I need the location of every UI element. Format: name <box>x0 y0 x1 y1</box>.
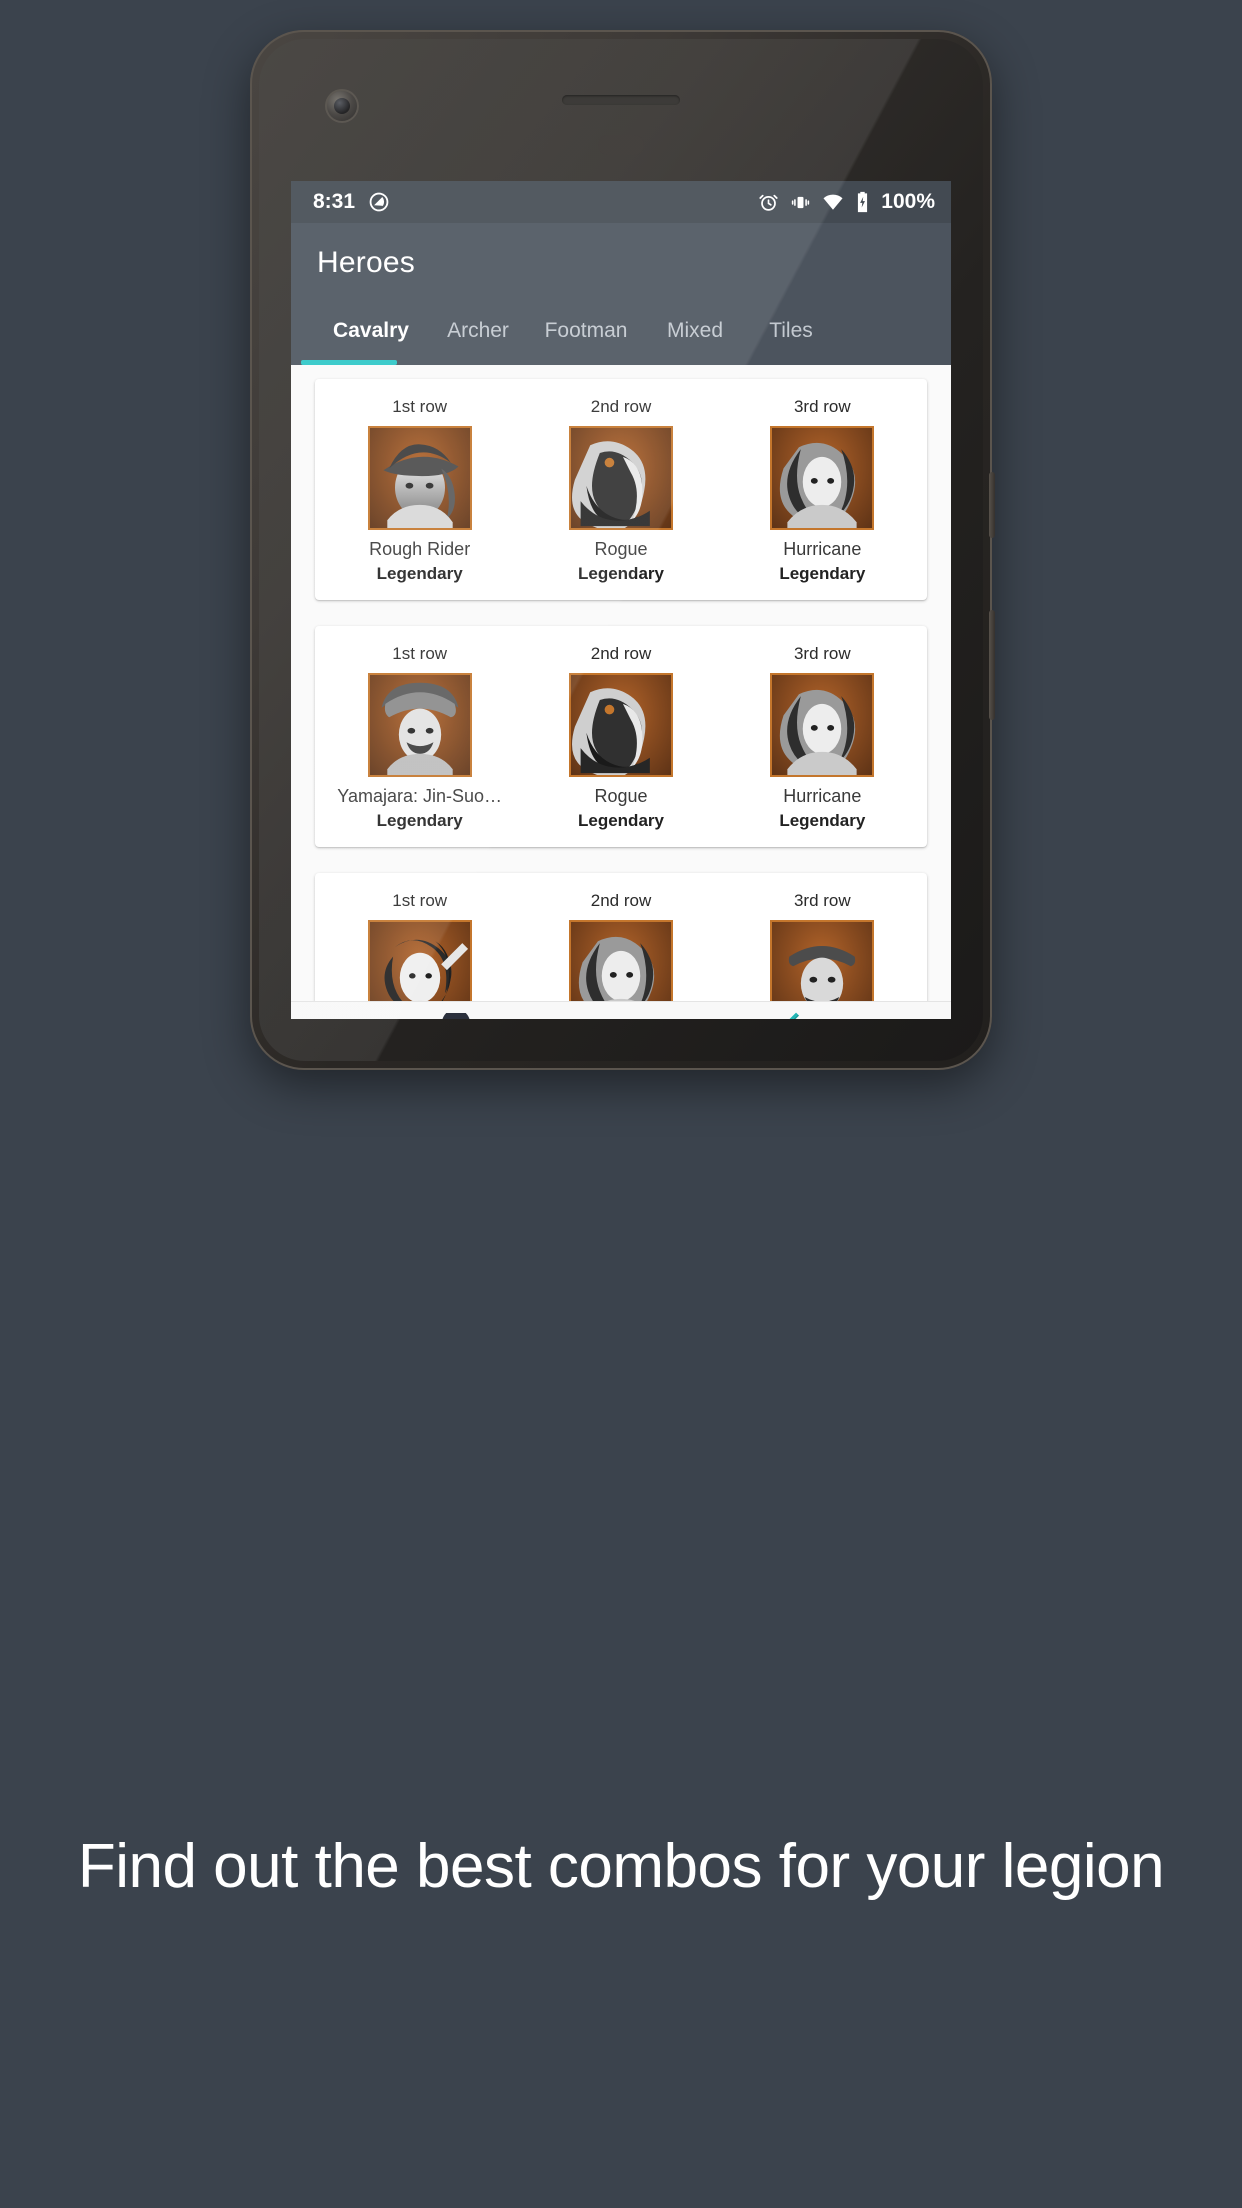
hero-combo-card[interactable]: 1st row Rough Rider Legendary 2nd row Rogu… <box>315 379 927 600</box>
hero-portrait-image[interactable] <box>770 920 875 1001</box>
hero-row-label: 1st row <box>392 644 448 663</box>
hero-row-label: 1st row <box>392 891 448 910</box>
tab-mixed[interactable]: Mixed <box>645 303 745 365</box>
hero-name-label: Rough Rider <box>369 539 471 559</box>
phone-device-frame: 8:31 100% Heroes Cavalry Archer Footman … <box>250 30 995 1070</box>
battery-charging-icon <box>855 191 870 213</box>
bottom-navigation-bar[interactable]: Challenges <box>291 1001 951 1019</box>
hero-name-label: Rogue <box>594 539 648 559</box>
status-bar: 8:31 100% <box>291 181 951 223</box>
hero-portrait-image[interactable] <box>568 426 673 530</box>
category-tab-bar[interactable]: Cavalry Archer Footman Mixed Tiles <box>291 303 951 365</box>
hero-rarity-label: Legendary <box>779 811 866 830</box>
wifi-icon <box>822 191 844 213</box>
tab-archer[interactable]: Archer <box>429 303 527 365</box>
hero-name-label: Yamajara: Jin-Suo… <box>337 786 503 806</box>
app-screen: 8:31 100% Heroes Cavalry Archer Footman … <box>291 181 951 1019</box>
hero-row-label: 2nd row <box>590 644 652 663</box>
app-bar: Heroes <box>291 223 951 303</box>
hero-portrait-image[interactable] <box>367 920 472 1001</box>
hero-combo-card[interactable]: 1st row OrochiLegendary2nd row Hurricane… <box>315 873 927 1001</box>
hero-slot[interactable]: 1st row Rough Rider Legendary <box>319 397 520 584</box>
hero-row-label: 3rd row <box>793 891 851 910</box>
screen-container: 8:31 100% Heroes Cavalry Archer Footman … <box>259 39 983 1061</box>
hero-slot[interactable]: 2nd row Rogue Legendary <box>520 644 721 831</box>
hero-portrait-image[interactable] <box>367 673 472 777</box>
hero-rarity-label: Legendary <box>578 564 664 583</box>
hero-slot[interactable]: 3rd row Hurricane Legendary <box>722 644 923 831</box>
tab-label: Tiles <box>769 319 813 342</box>
do-not-disturb-icon <box>368 191 390 213</box>
promo-caption: Find out the best combos for your legion <box>77 1832 1165 1901</box>
hero-slot[interactable]: 1st row OrochiLegendary <box>319 891 520 1001</box>
hero-row-label: 2nd row <box>590 891 652 910</box>
tab-tiles[interactable]: Tiles <box>745 303 837 365</box>
promo-screenshot: 8:31 100% Heroes Cavalry Archer Footman … <box>0 0 1242 2208</box>
hero-portrait-image[interactable] <box>568 920 673 1001</box>
sword-icon <box>770 1012 802 1019</box>
status-time: 8:31 <box>313 190 356 213</box>
battery-percent-label: 100% <box>881 190 935 213</box>
hero-row-label: 3rd row <box>793 644 851 663</box>
hero-combo-card[interactable]: 1st row Yamajara: Jin-Suo… Legendary 2nd r… <box>315 626 927 847</box>
hero-name-label: Hurricane <box>783 786 862 806</box>
hero-slot[interactable]: 1st row Yamajara: Jin-Suo… Legendary <box>319 644 520 831</box>
tab-active-indicator <box>301 360 397 365</box>
hero-slot[interactable]: 3rd row Hurricane Legendary <box>722 397 923 584</box>
hero-slot[interactable]: 2nd row Rogue Legendary <box>520 397 721 584</box>
phone-bezel: 8:31 100% Heroes Cavalry Archer Footman … <box>259 39 983 1061</box>
power-button[interactable] <box>989 472 995 538</box>
tab-cavalry[interactable]: Cavalry <box>313 303 429 365</box>
hero-combo-list[interactable]: 1st row Rough Rider Legendary 2nd row Rogu… <box>291 365 951 1001</box>
hero-portrait-image[interactable] <box>770 426 875 530</box>
treasure-chest-icon <box>439 1008 473 1019</box>
hero-row-label: 3rd row <box>793 397 851 416</box>
vibrate-icon <box>790 192 811 213</box>
tab-label: Archer <box>447 319 509 342</box>
tab-label: Cavalry <box>333 319 409 342</box>
hero-portrait-image[interactable] <box>770 673 875 777</box>
hero-name-label: Rogue <box>594 786 648 806</box>
hero-rarity-label: Legendary <box>779 564 866 583</box>
hero-portrait-image[interactable] <box>367 426 472 530</box>
hero-slot[interactable]: 3rd row Heaven's JusticeLegendary <box>722 891 923 1001</box>
hero-slot[interactable]: 2nd row HurricaneLegendary <box>520 891 721 1001</box>
tab-label: Mixed <box>666 319 724 342</box>
hero-row-label: 2nd row <box>590 397 652 416</box>
hero-portrait-image[interactable] <box>568 673 673 777</box>
bottom-nav-item-challenges[interactable]: Challenges <box>291 1002 621 1019</box>
hero-name-label: Hurricane <box>783 539 862 559</box>
page-title: Heroes <box>317 246 415 279</box>
tab-footman[interactable]: Footman <box>527 303 645 365</box>
tab-label: Footman <box>544 319 628 342</box>
bottom-nav-item-heroes[interactable]: Heroes <box>621 1002 951 1019</box>
hero-rarity-label: Legendary <box>376 811 463 830</box>
hero-row-label: 1st row <box>392 397 448 416</box>
hero-rarity-label: Legendary <box>578 811 664 830</box>
alarm-clock-icon <box>758 192 779 213</box>
hero-rarity-label: Legendary <box>376 564 463 583</box>
volume-button[interactable] <box>989 610 995 720</box>
